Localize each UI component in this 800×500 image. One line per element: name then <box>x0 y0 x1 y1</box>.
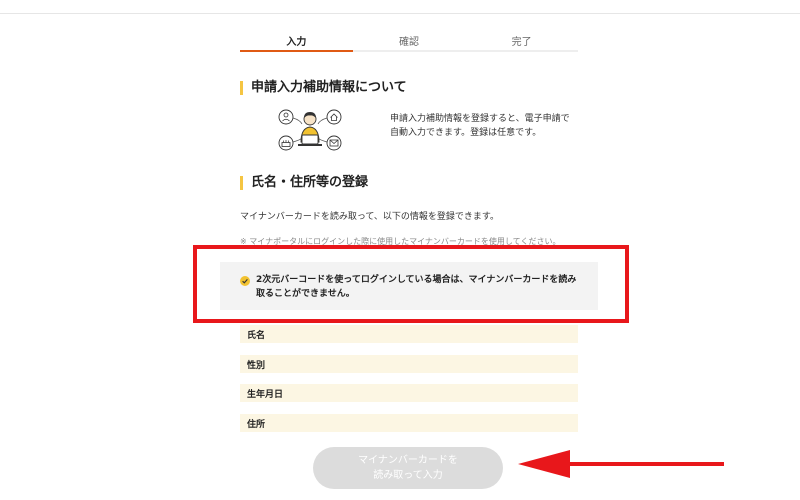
step-complete-label: 完了 <box>511 37 532 48</box>
step-confirm: 確認 <box>352 30 466 54</box>
step-complete-bar <box>465 50 579 52</box>
button-line-2: 読み取って入力 <box>373 470 443 481</box>
section-intro: 申請入力補助情報を登録すると、電子申請で 自動入力できます。登録は任意です。 <box>390 112 590 140</box>
section-description: マイナンバーカードを読み取って、以下の情報を登録できます。 <box>240 212 500 222</box>
field-gender: 性別 <box>240 355 578 373</box>
step-confirm-label: 確認 <box>399 37 419 48</box>
step-confirm-bar <box>352 50 466 52</box>
field-address-label: 住所 <box>247 420 266 430</box>
section-title-name-address: 氏名・住所等の登録 <box>240 175 368 191</box>
person-icon <box>278 109 294 125</box>
field-gender-label: 性別 <box>247 361 266 371</box>
intro-line-1: 申請入力補助情報を登録すると、電子申請で <box>390 114 570 124</box>
button-line-1: マイナンバーカードを <box>358 455 458 466</box>
top-divider <box>0 13 800 14</box>
field-birthdate: 生年月日 <box>240 384 578 402</box>
field-name-label: 氏名 <box>247 331 266 341</box>
field-birthdate-label: 生年月日 <box>247 390 284 400</box>
step-input-bar <box>240 50 353 52</box>
home-icon <box>326 109 342 125</box>
cake-icon <box>278 135 294 151</box>
person-at-laptop-illustration <box>278 109 342 151</box>
field-address: 住所 <box>240 414 578 432</box>
arrow-left-annotation <box>518 450 724 478</box>
step-input: 入力 <box>240 30 353 54</box>
intro-line-2: 自動入力できます。登録は任意です。 <box>390 128 542 138</box>
progress-stepper: 入力 確認 完了 <box>240 30 579 54</box>
highlight-annotation-box <box>193 245 629 323</box>
field-name: 氏名 <box>240 325 578 343</box>
mail-icon <box>326 135 342 151</box>
read-mynumber-card-button[interactable]: マイナンバーカードを 読み取って入力 <box>313 447 503 489</box>
section-title-input-assist: 申請入力補助情報について <box>240 80 407 96</box>
step-input-label: 入力 <box>286 37 307 48</box>
step-complete: 完了 <box>465 30 579 54</box>
